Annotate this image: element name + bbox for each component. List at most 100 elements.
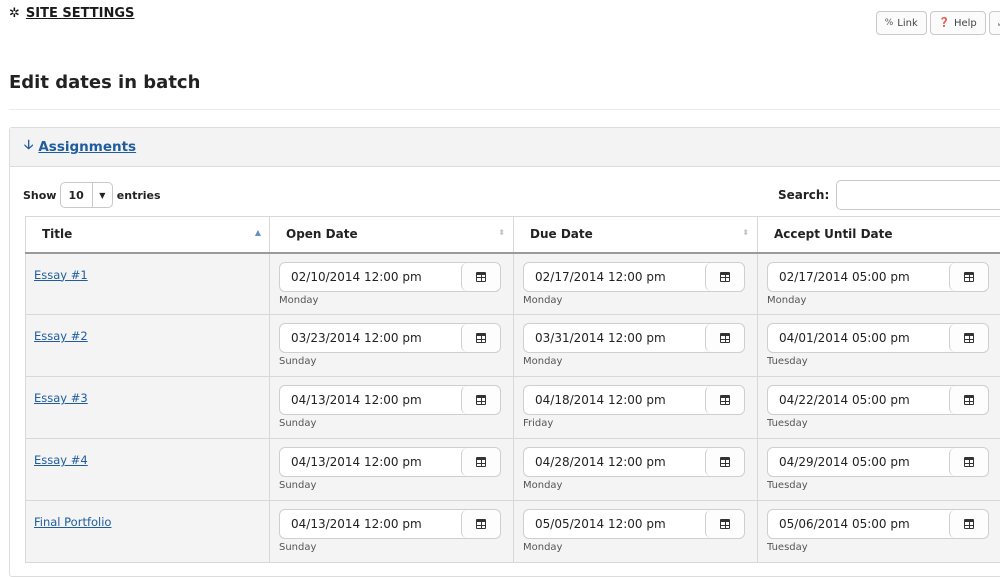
accept-until-date-value[interactable]: 04/29/2014 05:00 pm [768,448,949,476]
calendar-button[interactable] [461,386,500,414]
due-date-input[interactable]: 05/05/2014 12:00 pm [523,509,745,539]
calendar-button[interactable] [461,324,500,352]
calendar-button[interactable] [705,510,744,538]
calendar-icon [720,333,730,343]
calendar-button[interactable] [461,263,500,291]
accept-until-date-value[interactable]: 04/01/2014 05:00 pm [768,324,949,352]
due-date-cell: 04/28/2014 12:00 pmMonday [514,439,758,501]
link-button[interactable]: % Link [876,11,927,35]
weekday-label: Friday [523,418,748,429]
accept-until-date-cell: 04/01/2014 05:00 pm Tuesday [758,315,1000,377]
accept-until-date-input[interactable]: 04/01/2014 05:00 pm [767,323,989,353]
due-date-value[interactable]: 02/17/2014 12:00 pm [524,263,705,291]
show-label: Show [23,189,56,202]
table-header-row: Title ▲ Open Date ⬍ Due Date ⬍ Accept Un… [26,217,1000,253]
weekday-label: Sunday [279,418,504,429]
weekday-label: Monday [279,295,504,306]
calendar-button[interactable] [949,324,988,352]
accept-until-date-input[interactable]: 04/22/2014 05:00 pm [767,385,989,415]
column-header-open-date[interactable]: Open Date ⬍ [270,217,514,253]
accept-until-date-value[interactable]: 02/17/2014 05:00 pm [768,263,949,291]
assignments-panel: 🡣 Assignments Show 10 ▼ entries Search: … [9,127,1000,577]
table-row: Final Portfolio04/13/2014 12:00 pmSunday… [26,501,1000,563]
weekday-label: Sunday [279,480,504,491]
entries-value: 10 [61,189,91,202]
calendar-icon [964,333,974,343]
assignment-title-link[interactable]: Final Portfolio [34,515,111,529]
accept-until-date-value[interactable]: 04/22/2014 05:00 pm [768,386,949,414]
expand-button[interactable]: ⤢ [989,11,1000,35]
weekday-label: Monday [523,295,748,306]
calendar-button[interactable] [705,263,744,291]
open-date-cell: 02/10/2014 12:00 pm Monday [270,253,514,315]
calendar-button[interactable] [705,386,744,414]
accept-until-date-cell: 04/29/2014 05:00 pmTuesday [758,439,1000,501]
calendar-button[interactable] [949,386,988,414]
open-date-input[interactable]: 02/10/2014 12:00 pm [279,262,501,292]
calendar-button[interactable] [949,510,988,538]
entries-select[interactable]: 10 ▼ [60,182,112,208]
calendar-icon [964,457,974,467]
table-row: Essay #4 04/13/2014 12:00 pm Sunday 04/28/2… [26,439,1000,501]
column-header-due-date[interactable]: Due Date ⬍ [514,217,758,253]
column-header-title[interactable]: Title ▲ [26,217,270,253]
calendar-button[interactable] [461,448,500,476]
panel-title-link[interactable]: Assignments [38,139,136,155]
weekday-label: Monday [523,542,748,553]
due-date-input[interactable]: 04/18/2014 12:00 pm [523,385,745,415]
due-date-input[interactable]: 02/17/2014 12:00 pm [523,262,745,292]
open-date-input[interactable]: 03/23/2014 12:00 pm [279,323,501,353]
arrow-down-icon: 🡣 [24,136,33,158]
open-date-value[interactable]: 02/10/2014 12:00 pm [280,263,461,291]
help-icon: ❓ [939,18,950,28]
weekday-label: Tuesday [767,356,1000,367]
accept-until-date-input[interactable]: 05/06/2014 05:00 pm [767,509,989,539]
due-date-value[interactable]: 05/05/2014 12:00 pm [524,510,705,538]
due-date-input[interactable]: 03/31/2014 12:00 pm [523,323,745,353]
open-date-value[interactable]: 04/13/2014 12:00 pm [280,386,461,414]
calendar-button[interactable] [705,324,744,352]
title-cell: Essay #3 [26,377,270,439]
accept-until-date-input[interactable]: 02/17/2014 05:00 pm [767,262,989,292]
calendar-icon [720,395,730,405]
accept-until-date-cell: 05/06/2014 05:00 pmTuesday [758,501,1000,563]
open-date-input[interactable]: 04/13/2014 12:00 pm [279,385,501,415]
help-button[interactable]: ❓ Help [930,11,986,35]
dates-table: Title ▲ Open Date ⬍ Due Date ⬍ Accept Un… [25,216,1000,563]
assignment-title-link[interactable]: Essay #3 [34,391,88,405]
assignment-title-link[interactable]: Essay #4 [34,453,88,467]
open-date-value[interactable]: 04/13/2014 12:00 pm [280,448,461,476]
assignment-title-link[interactable]: Essay #2 [34,329,88,343]
calendar-button[interactable] [949,263,988,291]
entries-label: entries [117,189,161,202]
calendar-button[interactable] [461,510,500,538]
link-icon: % [885,18,894,28]
site-settings-label: SITE SETTINGS [26,6,135,21]
title-cell: Final Portfolio [26,501,270,563]
search-label: Search: [778,188,829,202]
title-cell: Essay #4 [26,439,270,501]
panel-heading[interactable]: 🡣 Assignments [10,128,1000,167]
open-date-cell: 03/23/2014 12:00 pmSunday [270,315,514,377]
calendar-button[interactable] [949,448,988,476]
site-settings-link[interactable]: ✲ SITE SETTINGS [9,6,134,21]
due-date-value[interactable]: 03/31/2014 12:00 pm [524,324,705,352]
due-date-value[interactable]: 04/18/2014 12:00 pm [524,386,705,414]
sort-icon: ⬍ [498,228,505,237]
calendar-button[interactable] [705,448,744,476]
open-date-input[interactable]: 04/13/2014 12:00 pm [279,447,501,477]
column-header-accept-until-date[interactable]: Accept Until Date ⬍ [758,217,1000,253]
accept-until-date-value[interactable]: 05/06/2014 05:00 pm [768,510,949,538]
accept-until-date-input[interactable]: 04/29/2014 05:00 pm [767,447,989,477]
assignment-title-link[interactable]: Essay #1 [34,268,88,282]
sort-asc-icon: ▲ [255,228,261,237]
open-date-input[interactable]: 04/13/2014 12:00 pm [279,509,501,539]
open-date-value[interactable]: 04/13/2014 12:00 pm [280,510,461,538]
search-input[interactable] [836,180,1000,210]
sort-icon: ⬍ [742,228,749,237]
due-date-value[interactable]: 04/28/2014 12:00 pm [524,448,705,476]
open-date-value[interactable]: 03/23/2014 12:00 pm [280,324,461,352]
link-button-label: Link [897,18,917,29]
due-date-input[interactable]: 04/28/2014 12:00 pm [523,447,745,477]
due-date-cell: 04/18/2014 12:00 pm Friday [514,377,758,439]
